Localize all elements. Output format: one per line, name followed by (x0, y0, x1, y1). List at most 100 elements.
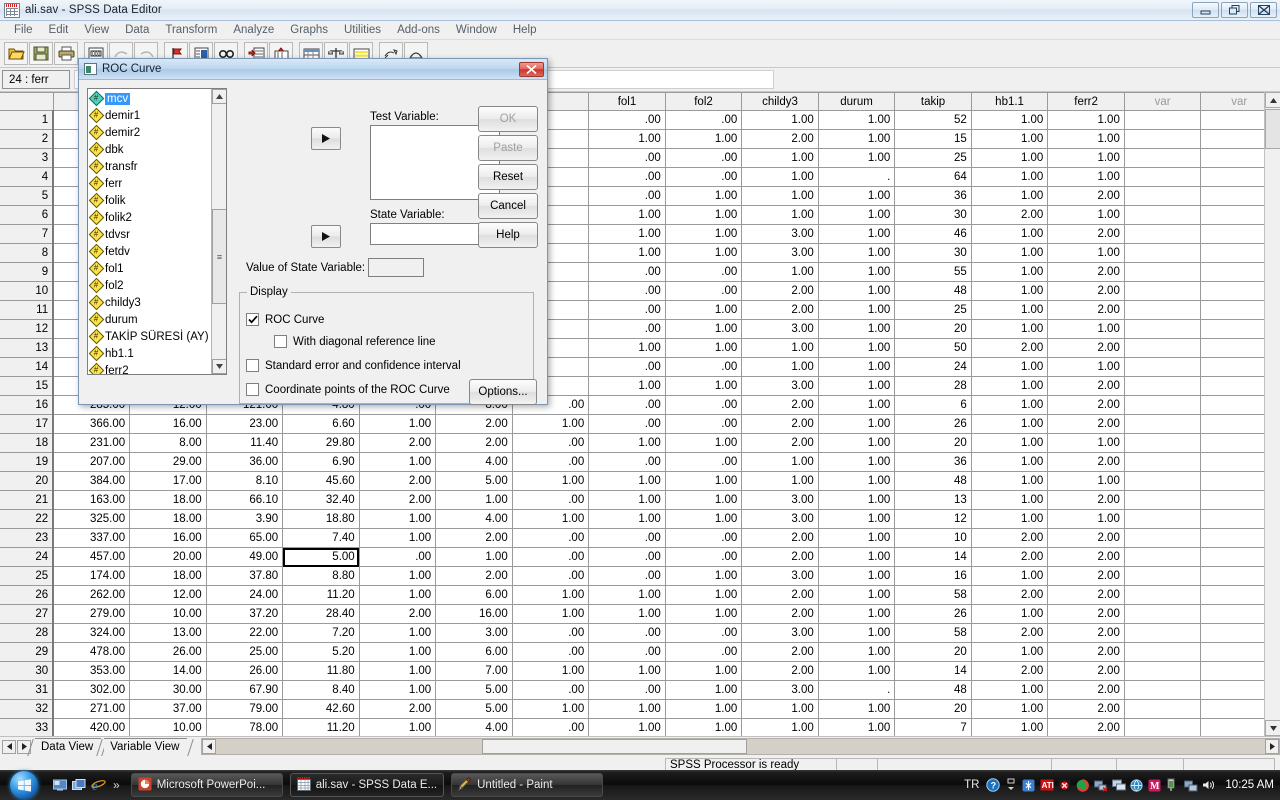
grid-cell[interactable]: 1.00 (665, 376, 743, 396)
grid-cell[interactable]: 1.00 (971, 224, 1049, 244)
grid-cell[interactable]: 1.00 (818, 471, 896, 491)
open-file-icon[interactable] (4, 42, 28, 65)
cancel-button[interactable]: Cancel (478, 193, 538, 219)
grid-cell[interactable]: 1.00 (359, 623, 437, 643)
grid-cell[interactable]: 3.00 (741, 680, 819, 700)
grid-cell[interactable]: 2.00 (971, 528, 1049, 548)
grid-cell[interactable]: 353.00 (53, 661, 131, 681)
row-header[interactable]: 16 (0, 395, 55, 415)
column-header-var-1[interactable]: var (1124, 92, 1202, 111)
variable-list-item[interactable]: # durum (88, 311, 210, 328)
column-header-takip[interactable]: takip (894, 92, 972, 111)
grid-cell[interactable]: 11.40 (206, 433, 284, 453)
print-icon[interactable] (54, 42, 78, 65)
grid-cell[interactable]: 3.00 (741, 490, 819, 510)
grid-cell[interactable]: 1.00 (1047, 471, 1125, 491)
grid-cell[interactable]: 18.00 (129, 566, 207, 586)
grid-cell[interactable] (1124, 129, 1202, 149)
grid-cell[interactable] (1124, 186, 1202, 206)
globe-icon[interactable] (1129, 778, 1144, 793)
reset-button[interactable]: Reset (478, 164, 538, 190)
grid-cell[interactable]: 1.00 (741, 718, 819, 736)
grid-cell[interactable]: 1.00 (512, 471, 590, 491)
grid-cell[interactable]: 1.00 (818, 338, 896, 358)
grid-cell[interactable]: .00 (588, 186, 666, 206)
grid-cell[interactable]: . (818, 167, 896, 187)
network-error-icon[interactable] (1093, 778, 1108, 793)
grid-cell[interactable]: 52 (894, 110, 972, 130)
column-header-ferr2[interactable]: ferr2 (1047, 92, 1125, 111)
grid-cell[interactable]: 6.60 (282, 414, 360, 434)
grid-cell[interactable]: 1.00 (359, 642, 437, 662)
grid-cell[interactable]: 1.00 (818, 433, 896, 453)
grid-cell[interactable]: 1.00 (588, 243, 666, 263)
grid-cell[interactable]: 1.00 (971, 642, 1049, 662)
grid-cell[interactable]: 1.00 (359, 661, 437, 681)
grid-cell[interactable]: 1.00 (665, 509, 743, 529)
grid-cell[interactable]: 2.00 (971, 585, 1049, 605)
grid-cell[interactable]: 1.00 (359, 718, 437, 736)
grid-cell[interactable]: 1.00 (971, 699, 1049, 719)
grid-cell[interactable]: 1.00 (665, 471, 743, 491)
grid-cell[interactable]: 2.00 (1047, 680, 1125, 700)
grid-cell[interactable]: .00 (512, 452, 590, 472)
grid-cell[interactable]: 1.00 (818, 509, 896, 529)
grid-cell[interactable]: 8.40 (282, 680, 360, 700)
grid-cell[interactable]: 1.00 (665, 680, 743, 700)
grid-cell[interactable]: 14.00 (129, 661, 207, 681)
grid-cell[interactable]: 2.00 (435, 414, 513, 434)
grid-cell[interactable]: 2.00 (741, 528, 819, 548)
grid-cell[interactable]: 1.00 (665, 433, 743, 453)
scroll-down-icon[interactable] (1265, 720, 1280, 736)
dialog-close-button[interactable] (519, 62, 544, 77)
menu-analyze[interactable]: Analyze (225, 23, 282, 37)
variable-list-item[interactable]: # demir1 (88, 107, 210, 124)
row-header[interactable]: 11 (0, 300, 55, 320)
grid-cell[interactable]: 2.00 (741, 604, 819, 624)
grid-cell[interactable]: 1.00 (665, 566, 743, 586)
menu-file[interactable]: File (6, 23, 41, 37)
grid-cell[interactable]: 1.00 (741, 699, 819, 719)
save-file-icon[interactable] (29, 42, 53, 65)
grid-cell[interactable]: .00 (588, 357, 666, 377)
grid-cell[interactable]: 4.00 (435, 452, 513, 472)
grid-cell[interactable] (1124, 262, 1202, 282)
grid-cell[interactable]: 1.00 (588, 224, 666, 244)
grid-cell[interactable]: 16.00 (129, 528, 207, 548)
grid-cell[interactable]: 26.00 (206, 661, 284, 681)
grid-cell[interactable]: 2.00 (1047, 281, 1125, 301)
grid-cell[interactable]: 14 (894, 547, 972, 567)
grid-cell[interactable]: 36 (894, 452, 972, 472)
taskbar-clock[interactable]: 10:25 AM (1225, 779, 1274, 791)
grid-cell[interactable]: 1.00 (971, 566, 1049, 586)
grid-cell[interactable]: .00 (665, 148, 743, 168)
grid-cell[interactable]: 29.00 (129, 452, 207, 472)
ati-icon[interactable]: ATI (1039, 778, 1054, 793)
grid-cell[interactable]: 20 (894, 433, 972, 453)
grid-cell[interactable]: 2.00 (1047, 699, 1125, 719)
volume-icon[interactable] (1201, 778, 1216, 793)
grid-cell[interactable]: 1.00 (741, 148, 819, 168)
grid-cell[interactable]: 1.00 (512, 604, 590, 624)
grid-cell[interactable]: .00 (512, 528, 590, 548)
grid-cell[interactable]: 2.00 (1047, 623, 1125, 643)
grid-cell[interactable]: 2.00 (741, 642, 819, 662)
grid-cell[interactable]: 30.00 (129, 680, 207, 700)
grid-cell[interactable]: .00 (588, 262, 666, 282)
ok-button[interactable]: OK (478, 106, 538, 132)
grid-cell[interactable]: 1.00 (971, 604, 1049, 624)
grid-cell[interactable]: 1.00 (971, 509, 1049, 529)
grid-cell[interactable]: 2.00 (1047, 338, 1125, 358)
grid-cell[interactable]: 20 (894, 699, 972, 719)
grid-cell[interactable] (1124, 718, 1202, 736)
grid-cell[interactable]: 207.00 (53, 452, 131, 472)
menu-edit[interactable]: Edit (41, 23, 77, 37)
grid-cell[interactable]: 15 (894, 129, 972, 149)
grid-cell[interactable]: .00 (665, 623, 743, 643)
grid-cell[interactable]: 1.00 (359, 452, 437, 472)
grid-cell[interactable]: 1.00 (971, 471, 1049, 491)
variable-list-item[interactable]: # ferr (88, 175, 210, 192)
grid-cell[interactable]: 1.00 (818, 319, 896, 339)
grid-cell[interactable]: 37.00 (129, 699, 207, 719)
grid-cell[interactable]: .00 (588, 623, 666, 643)
